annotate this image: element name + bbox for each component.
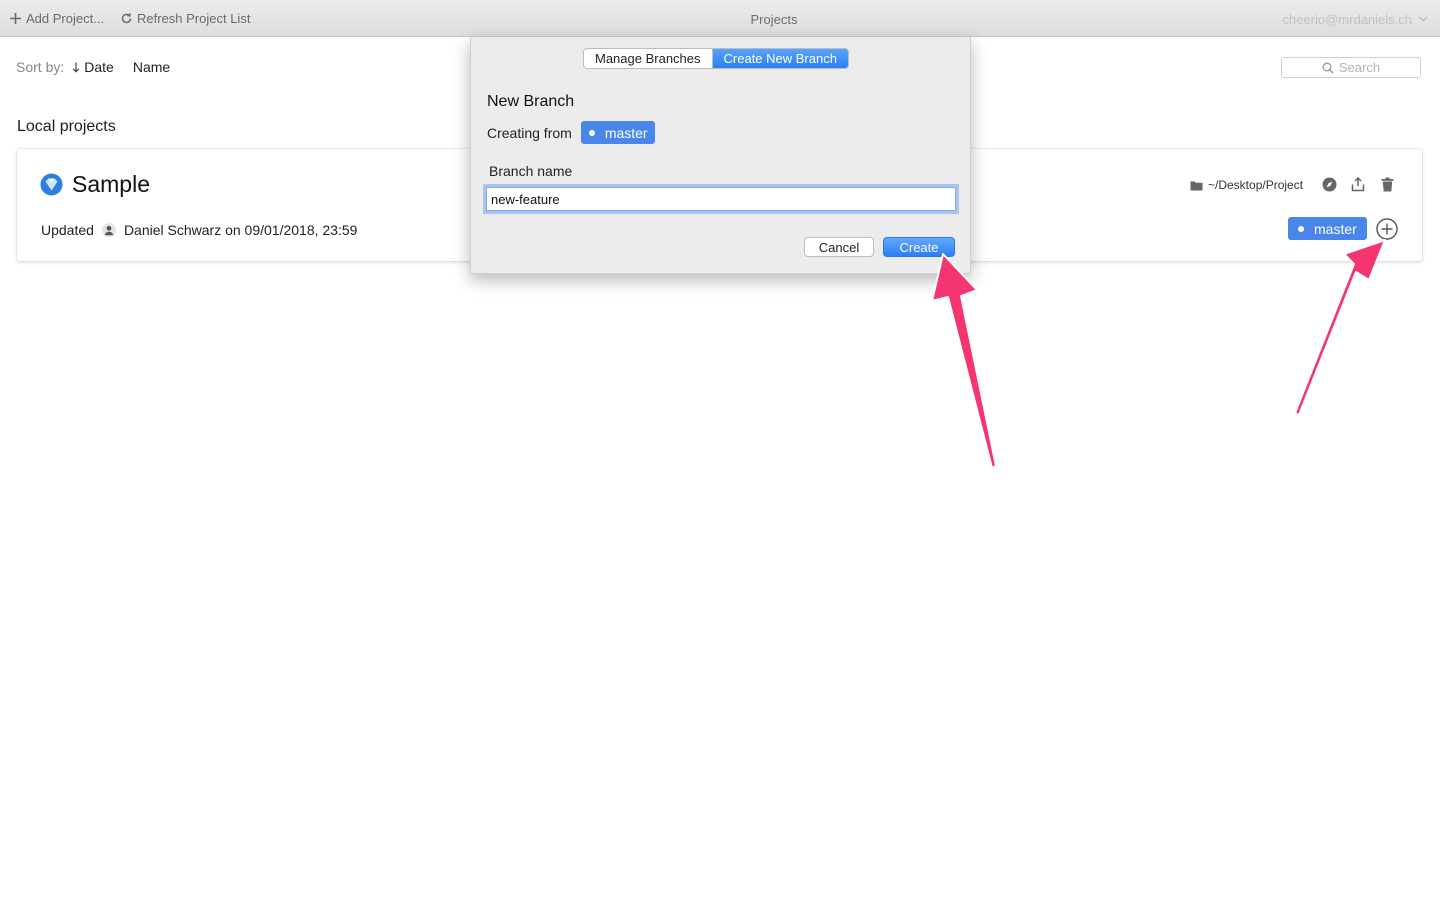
branch-badge[interactable]: master xyxy=(1288,217,1367,240)
source-branch-badge[interactable]: master xyxy=(580,121,655,144)
search-icon xyxy=(1322,62,1334,73)
project-path-text: ~/Desktop/Project xyxy=(1208,178,1304,192)
add-project-button[interactable]: Add Project... xyxy=(9,11,104,26)
window-title: Projects xyxy=(750,12,798,27)
creating-from-label: Creating from xyxy=(487,124,572,141)
annotation-arrow xyxy=(931,253,997,469)
create-button[interactable]: Create xyxy=(883,237,955,257)
cancel-button[interactable]: Cancel xyxy=(804,237,874,257)
project-name: Sample xyxy=(72,171,150,197)
add-branch-icon[interactable] xyxy=(1376,218,1398,240)
plus-icon xyxy=(10,13,21,24)
trash-icon[interactable] xyxy=(1381,177,1394,192)
branch-name-label: Branch name xyxy=(489,163,573,179)
arrow-down-icon xyxy=(73,62,80,73)
branch-name: master xyxy=(1314,220,1357,237)
add-project-label: Add Project... xyxy=(26,11,105,26)
project-path[interactable]: ~/Desktop/Project xyxy=(1190,178,1303,192)
source-branch-dot-icon xyxy=(588,129,595,136)
sort-by-name[interactable]: Name xyxy=(133,59,170,75)
project-updated: Updated Daniel Schwarz on 09/01/2018, 23… xyxy=(41,222,357,238)
sort-name-label: Name xyxy=(132,59,171,75)
search-input[interactable]: Search xyxy=(1281,57,1421,78)
tab-manage-branches[interactable]: Manage Branches xyxy=(584,49,712,68)
share-icon[interactable] xyxy=(1351,177,1365,192)
branch-dot-icon xyxy=(1298,225,1304,232)
annotation-arrow xyxy=(1294,239,1386,416)
branch-dialog: Manage Branches Create New Branch New Br… xyxy=(470,37,971,274)
refresh-project-list-button[interactable]: Refresh Project List xyxy=(120,11,250,26)
sort-bar: Sort by: Date Name xyxy=(16,59,189,75)
branch-name-input[interactable] xyxy=(486,187,956,211)
user-avatar-icon xyxy=(101,223,116,237)
tab-create-new-branch[interactable]: Create New Branch xyxy=(711,49,848,68)
section-title: Local projects xyxy=(17,118,116,135)
updated-label: Updated xyxy=(41,222,94,238)
sort-label: Sort by: xyxy=(16,59,65,75)
sort-date-label: Date xyxy=(84,59,114,75)
refresh-icon xyxy=(121,13,132,24)
project-logo-icon xyxy=(40,173,63,196)
user-email: cheerio@mrdaniels.ch xyxy=(1282,12,1412,27)
dialog-heading: New Branch xyxy=(487,93,575,110)
branch-tabs: Manage Branches Create New Branch xyxy=(583,48,849,69)
creating-from-row: Creating from master xyxy=(487,121,655,144)
compass-icon[interactable] xyxy=(1322,177,1337,192)
sort-by-date[interactable]: Date xyxy=(72,59,114,75)
search-placeholder: Search xyxy=(1338,60,1381,75)
folder-icon xyxy=(1190,181,1203,190)
refresh-label: Refresh Project List xyxy=(137,11,251,26)
user-menu[interactable]: cheerio@mrdaniels.ch xyxy=(1282,12,1428,27)
chevron-down-icon xyxy=(1418,16,1428,22)
source-branch-name: master xyxy=(604,124,648,141)
toolbar: Add Project... Refresh Project List Proj… xyxy=(0,0,1440,37)
updated-text: Daniel Schwarz on 09/01/2018, 23:59 xyxy=(123,222,358,238)
